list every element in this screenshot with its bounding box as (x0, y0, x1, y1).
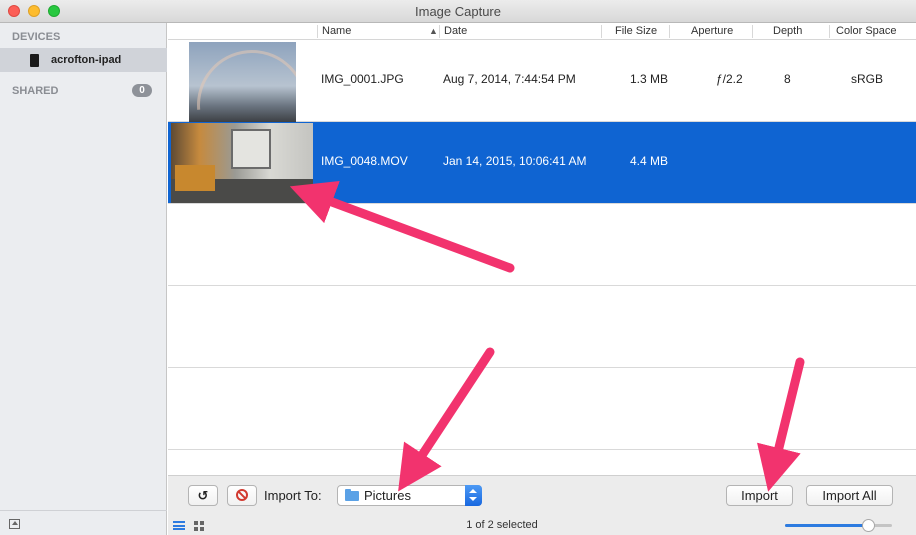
import-destination-value: Pictures (364, 488, 411, 503)
column-separator (752, 25, 753, 38)
row-aperture: ƒ/2.2 (716, 72, 743, 86)
room-desk-image (175, 165, 215, 191)
device-name: acrofton-ipad (51, 54, 122, 66)
rotate-left-icon: ↺ (197, 488, 209, 503)
slider-fill (785, 524, 869, 527)
import-all-button[interactable]: Import All (806, 485, 893, 506)
slider-knob[interactable] (862, 519, 876, 532)
thumbnail-size-slider[interactable] (785, 519, 892, 532)
device-info-icon[interactable] (9, 519, 20, 529)
rainbow-image (189, 42, 296, 122)
column-name[interactable]: Name (322, 25, 351, 39)
row-date: Jan 14, 2015, 10:06:41 AM (443, 154, 587, 168)
title-bar: Image Capture (0, 0, 916, 23)
column-separator (829, 25, 830, 38)
row-depth: 8 (784, 72, 791, 86)
import-destination-select[interactable]: Pictures (337, 485, 482, 506)
row-name: IMG_0048.MOV (321, 154, 408, 168)
sidebar: DEVICES acrofton-ipad SHARED 0 (0, 23, 167, 535)
column-file-size[interactable]: File Size (615, 25, 657, 39)
column-date[interactable]: Date (444, 25, 467, 39)
video-thumbnail (171, 123, 313, 203)
shared-heading[interactable]: SHARED (12, 85, 58, 97)
row-file-size: 1.3 MB (630, 72, 669, 86)
row-color-space: sRGB (851, 72, 884, 86)
window-title: Image Capture (415, 4, 501, 19)
delete-button[interactable] (227, 485, 257, 506)
file-table: Name ▲ Date File Size Aperture Depth Col… (168, 23, 916, 475)
selection-status: 1 of 2 selected (466, 519, 538, 531)
room-window-image (231, 129, 271, 169)
bottom-toolbar: ↺ Import To: Pictures Import Import All … (168, 475, 916, 535)
folder-icon (345, 489, 359, 501)
devices-heading: DEVICES (12, 31, 61, 43)
rotate-button[interactable]: ↺ (188, 485, 218, 506)
select-stepper-icon[interactable] (465, 485, 482, 506)
row-file-size: 4.4 MB (630, 154, 669, 168)
column-depth[interactable]: Depth (773, 25, 802, 39)
table-row[interactable]: IMG_0001.JPG Aug 7, 2014, 7:44:54 PM 1.3… (168, 40, 916, 122)
column-separator (317, 25, 318, 38)
table-row-empty (168, 368, 916, 450)
table-row[interactable]: IMG_0048.MOV Jan 14, 2015, 10:06:41 AM 4… (168, 122, 916, 204)
table-row-empty (168, 204, 916, 286)
sort-ascending-icon[interactable]: ▲ (429, 26, 438, 36)
table-header: Name ▲ Date File Size Aperture Depth Col… (168, 23, 916, 40)
column-separator (439, 25, 440, 38)
sidebar-divider (0, 510, 167, 511)
table-row-empty (168, 286, 916, 368)
row-date: Aug 7, 2014, 7:44:54 PM (443, 72, 576, 86)
row-name: IMG_0001.JPG (321, 72, 404, 86)
shared-count-badge: 0 (132, 84, 152, 97)
column-color-space[interactable]: Color Space (836, 25, 897, 39)
column-aperture[interactable]: Aperture (691, 25, 733, 39)
import-button[interactable]: Import (726, 485, 793, 506)
sidebar-item-device[interactable]: acrofton-ipad (0, 48, 167, 72)
photo-thumbnail (189, 42, 296, 122)
import-to-label: Import To: (264, 488, 322, 503)
delete-prohibited-icon (236, 489, 248, 501)
ipad-icon (30, 54, 39, 67)
column-separator (669, 25, 670, 38)
column-separator (601, 25, 602, 38)
